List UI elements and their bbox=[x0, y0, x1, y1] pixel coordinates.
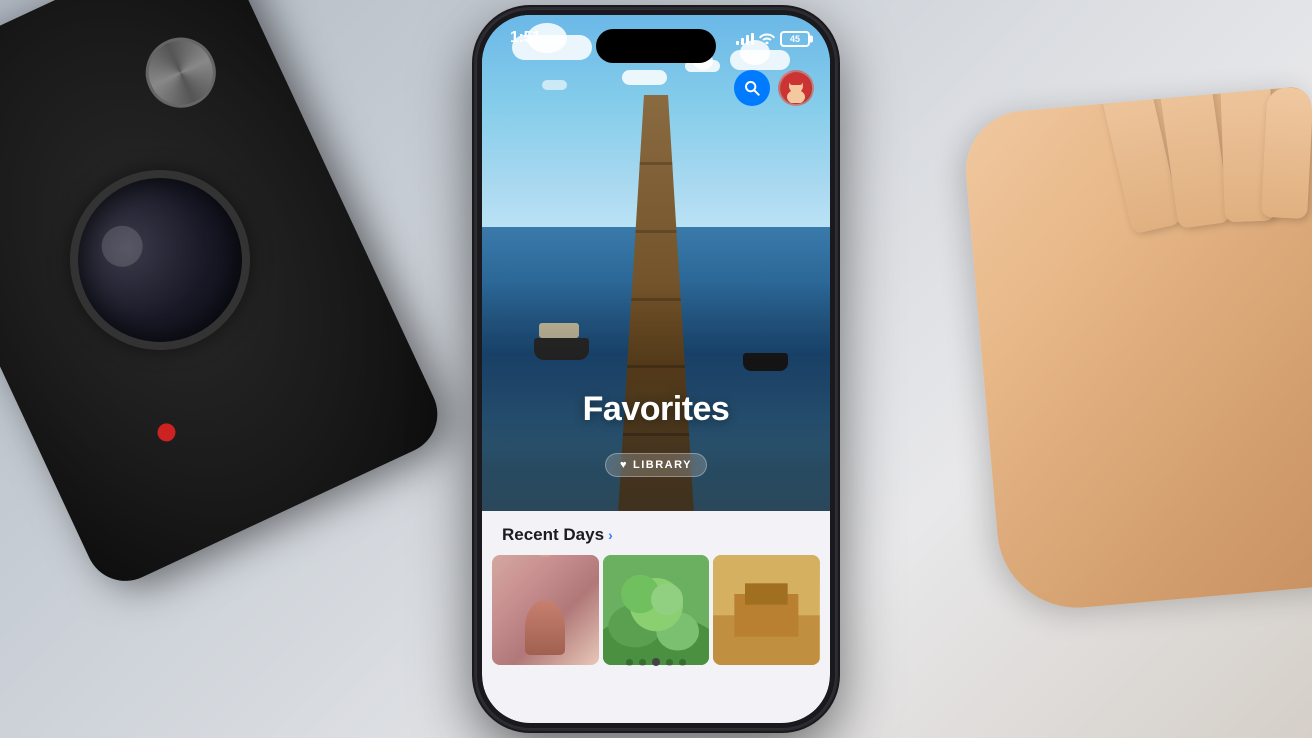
hand-prop bbox=[961, 86, 1312, 615]
status-time: 1:51 bbox=[510, 29, 541, 47]
thumbnails-row bbox=[482, 555, 830, 665]
top-buttons bbox=[734, 70, 814, 106]
hero-badge[interactable]: ♥ LIBRARY bbox=[605, 453, 707, 477]
fingers bbox=[1098, 86, 1312, 274]
dot-1[interactable] bbox=[626, 659, 633, 666]
bottom-panel: Recent Days › bbox=[482, 511, 830, 723]
wifi-icon bbox=[759, 32, 775, 47]
phone: 1:51 45 bbox=[476, 9, 836, 729]
search-button[interactable] bbox=[734, 70, 770, 106]
camera-red-dot bbox=[155, 420, 179, 444]
hero-badge-label: LIBRARY bbox=[633, 459, 692, 471]
dot-5[interactable] bbox=[679, 659, 686, 666]
cloud-5 bbox=[542, 80, 567, 90]
thumbnail-2[interactable] bbox=[603, 555, 710, 665]
finger-4 bbox=[1261, 87, 1312, 219]
recent-days-title: Recent Days bbox=[502, 525, 604, 545]
dots-indicator bbox=[482, 658, 830, 666]
hero-title: Favorites bbox=[482, 390, 830, 429]
dot-2[interactable] bbox=[639, 659, 646, 666]
dynamic-island bbox=[596, 29, 716, 63]
battery-icon: 45 bbox=[780, 31, 810, 47]
recent-days-chevron[interactable]: › bbox=[608, 527, 613, 543]
dot-3-active[interactable] bbox=[652, 658, 660, 666]
heart-icon: ♥ bbox=[620, 459, 628, 471]
recent-days-header: Recent Days › bbox=[482, 525, 830, 555]
avatar-button[interactable] bbox=[778, 70, 814, 106]
phone-screen: 1:51 45 bbox=[482, 15, 830, 723]
scene: 1:51 45 bbox=[0, 0, 1312, 738]
status-icons: 45 bbox=[736, 31, 810, 47]
thumbnail-3[interactable] bbox=[713, 555, 820, 665]
signal-icon bbox=[736, 33, 754, 45]
dot-4[interactable] bbox=[666, 659, 673, 666]
cloud-3 bbox=[622, 70, 667, 85]
phone-wrapper: 1:51 45 bbox=[476, 9, 836, 729]
camera-lens bbox=[40, 140, 279, 379]
camera-dial bbox=[134, 26, 227, 119]
thumbnail-1[interactable] bbox=[492, 555, 599, 665]
